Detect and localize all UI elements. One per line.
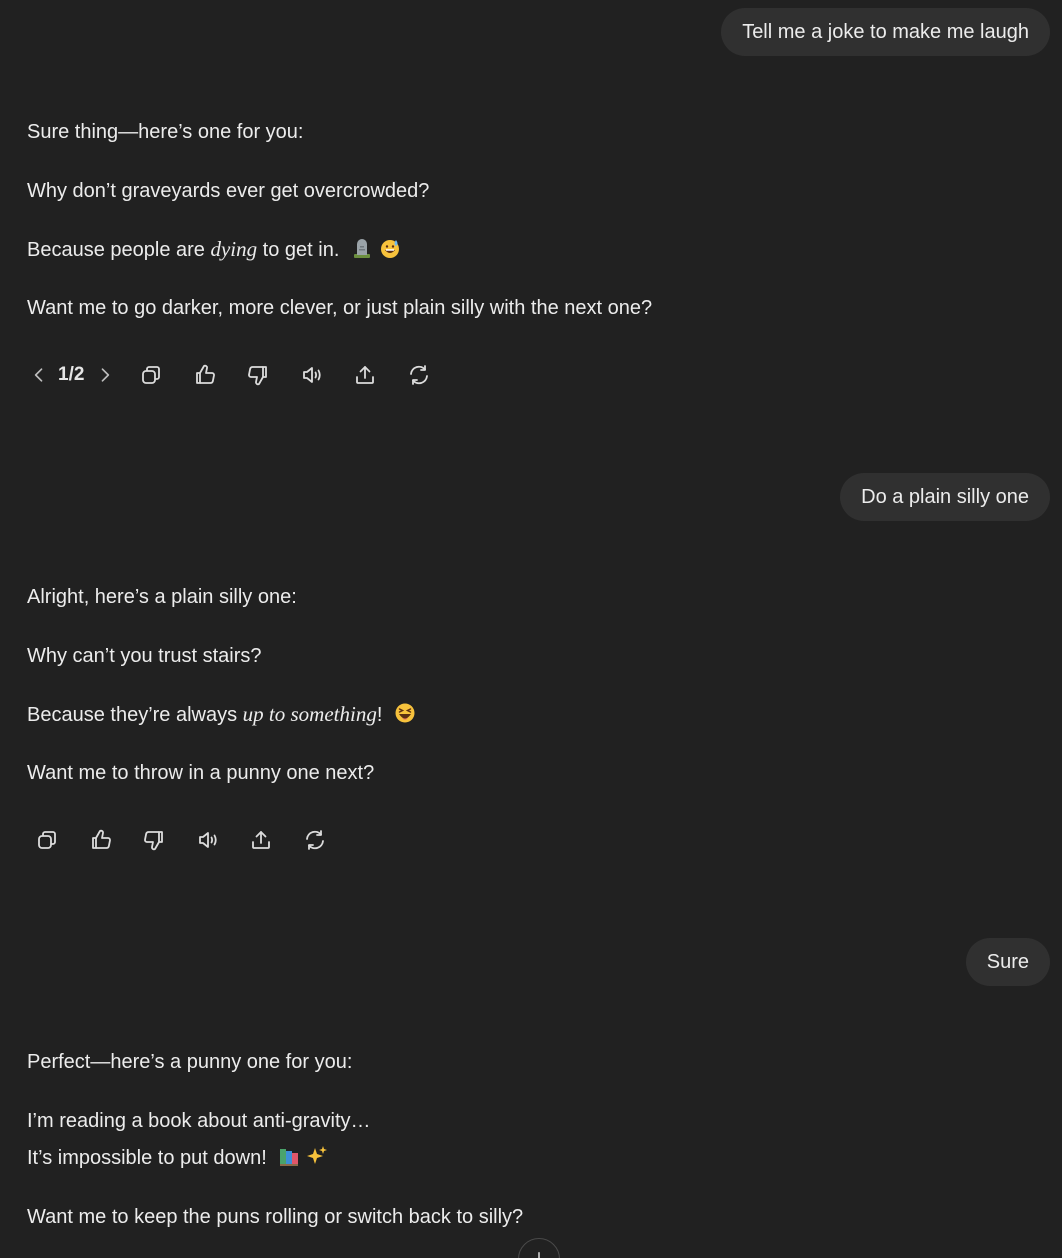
copy-button[interactable]: [27, 820, 67, 860]
thumbs-down-icon: [144, 831, 163, 851]
sparkles-emoji-icon: [306, 1145, 328, 1174]
message-paragraph: Sure thing—here’s one for you:: [27, 121, 304, 143]
message-paragraph: Want me to keep the puns rolling or swit…: [27, 1206, 524, 1228]
user-message-bubble: Sure: [965, 938, 1050, 986]
message-paragraph: Because they’re always up to something!: [27, 701, 416, 731]
thumbs-up-icon: [196, 364, 215, 384]
message-paragraph: Want me to throw in a punny one next?: [27, 762, 375, 784]
message-paragraph: Want me to go darker, more clever, or ju…: [27, 297, 653, 319]
answer-text: Because people are: [27, 239, 211, 261]
answer-text: Because they’re always: [27, 704, 243, 726]
message-paragraph: Why don’t graveyards ever get overcrowde…: [27, 180, 430, 202]
answer-emphasis: dying: [210, 237, 258, 261]
bad-response-button[interactable]: [238, 355, 278, 395]
regenerate-button[interactable]: [295, 820, 335, 860]
pun-text: It’s impossible to put down!: [27, 1147, 267, 1169]
headstone-emoji-icon: [351, 237, 373, 266]
read-aloud-icon: [303, 367, 321, 383]
read-aloud-button[interactable]: [292, 355, 332, 395]
books-emoji-icon: [278, 1145, 300, 1174]
share-button[interactable]: [241, 820, 281, 860]
grinning-sweat-emoji-icon: [379, 237, 401, 266]
copy-icon: [38, 831, 56, 849]
user-message-bubble: Do a plain silly one: [840, 473, 1050, 521]
message-paragraph: I’m reading a book about anti-gravity…: [27, 1110, 371, 1132]
thumbs-down-icon: [248, 366, 268, 386]
message-paragraph: Because people are dying to get in.: [27, 236, 401, 266]
squinting-laughing-emoji-icon: [394, 702, 416, 731]
regenerate-icon: [410, 365, 428, 385]
bad-response-button[interactable]: [134, 820, 174, 860]
user-message-text: Do a plain silly one: [861, 486, 1029, 508]
response-version-counter: 1/2: [58, 364, 85, 385]
good-response-button[interactable]: [81, 820, 121, 860]
message-action-bar: [27, 820, 348, 860]
answer-emphasis: up to something: [242, 702, 377, 726]
next-response-button[interactable]: [93, 355, 117, 395]
copy-icon: [142, 366, 161, 384]
message-action-bar: 1/2: [27, 355, 452, 395]
user-message-bubble: Tell me a joke to make me laugh: [721, 8, 1050, 56]
regenerate-icon: [305, 830, 324, 850]
scroll-to-bottom-button[interactable]: [518, 1238, 560, 1258]
share-icon: [356, 366, 375, 384]
regenerate-button[interactable]: [399, 355, 439, 395]
message-paragraph: Alright, here’s a plain silly one:: [27, 586, 297, 608]
answer-text: !: [376, 704, 383, 726]
message-paragraph: It’s impossible to put down!: [27, 1145, 328, 1174]
read-aloud-icon: [198, 832, 217, 848]
user-message-text: Sure: [986, 951, 1029, 973]
share-icon: [252, 831, 270, 849]
message-paragraph: Why can’t you trust stairs?: [27, 645, 262, 667]
thumbs-up-icon: [91, 829, 111, 849]
read-aloud-button[interactable]: [188, 820, 228, 860]
arrow-down-icon: [538, 1252, 540, 1258]
chevron-right-icon: [102, 368, 110, 382]
message-paragraph: Perfect—here’s a punny one for you:: [27, 1051, 353, 1073]
good-response-button[interactable]: [185, 355, 225, 395]
user-message-text: Tell me a joke to make me laugh: [742, 21, 1029, 43]
previous-response-button[interactable]: [27, 355, 51, 395]
answer-text: to get in.: [257, 239, 340, 261]
share-button[interactable]: [345, 355, 385, 395]
chevron-left-icon: [34, 368, 43, 382]
copy-button[interactable]: [131, 355, 171, 395]
